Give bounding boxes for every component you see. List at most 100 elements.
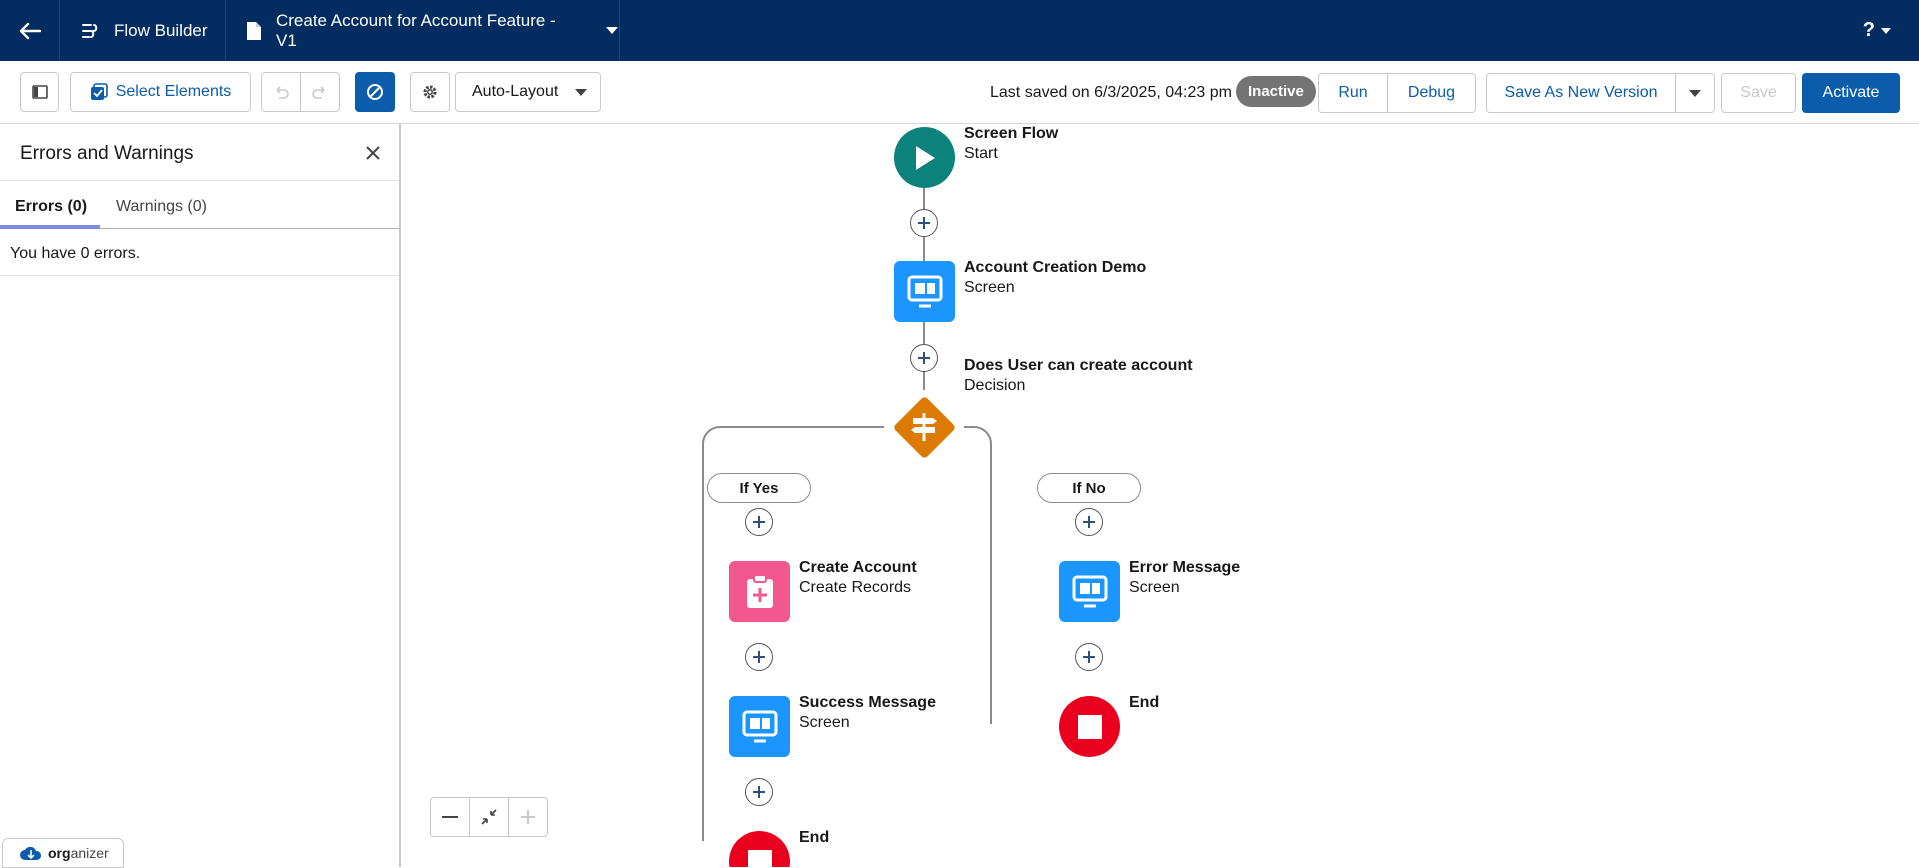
- errors-message: You have 0 errors.: [10, 245, 141, 262]
- help-menu[interactable]: ?: [1863, 0, 1891, 61]
- create-account-title: Create Account: [799, 559, 917, 576]
- end-node[interactable]: [1059, 696, 1120, 757]
- redo-button[interactable]: [300, 72, 340, 112]
- plus-icon: [753, 651, 765, 663]
- select-elements-label: Select Elements: [115, 83, 232, 100]
- plus-icon: [1083, 516, 1095, 528]
- start-node-label: Screen Flow Start: [964, 124, 1058, 164]
- organizer-extension-tab[interactable]: organizer: [2, 838, 124, 868]
- create-account-node[interactable]: [729, 561, 790, 622]
- zoom-out-button[interactable]: [430, 797, 470, 837]
- divider: [0, 275, 399, 276]
- error-message-subtitle: Screen: [1129, 579, 1180, 596]
- error-message-label: Error Message Screen: [1129, 558, 1240, 598]
- toolbar: Select Elements Auto-Layout Last saved o…: [0, 61, 1919, 124]
- create-account-subtitle: Create Records: [799, 579, 912, 596]
- branch-label-yes[interactable]: If Yes: [707, 473, 811, 503]
- error-message-node[interactable]: [1059, 561, 1120, 622]
- save-as-new-version-button[interactable]: Save As New Version: [1486, 73, 1676, 113]
- screen1-subtitle: Screen: [964, 279, 1015, 296]
- connector-lines: [702, 186, 992, 841]
- document-icon: [246, 21, 261, 40]
- active-tab-indicator: [0, 225, 100, 229]
- organizer-label: organizer: [48, 845, 109, 861]
- layout-mode-select[interactable]: Auto-Layout: [455, 72, 601, 112]
- plus-icon: [918, 217, 930, 229]
- save-options-dropdown[interactable]: [1675, 73, 1715, 113]
- toggle-panel-button[interactable]: [20, 72, 59, 112]
- chevron-down-icon: [575, 89, 587, 96]
- add-element-button[interactable]: [745, 778, 773, 806]
- flow-title-menu[interactable]: Create Account for Account Feature - V1: [226, 0, 620, 61]
- play-icon: [915, 145, 935, 170]
- zoom-in-button[interactable]: [508, 797, 548, 837]
- close-icon: [366, 146, 380, 160]
- select-elements-button[interactable]: Select Elements: [70, 72, 251, 112]
- tab-errors[interactable]: Errors (0): [15, 198, 87, 216]
- screen-icon: [742, 710, 777, 742]
- start-subtitle: Start: [964, 145, 998, 162]
- organizer-label-rest: anizer: [70, 845, 109, 861]
- redo-icon: [312, 86, 325, 99]
- start-title: Screen Flow: [964, 125, 1059, 142]
- organizer-label-bold: org: [48, 845, 71, 861]
- top-bar: Flow Builder Create Account for Account …: [0, 0, 1919, 61]
- success-message-subtitle: Screen: [799, 714, 850, 731]
- flow-icon: [82, 23, 98, 38]
- cloud-icon: [20, 846, 42, 860]
- zoom-controls: [430, 797, 548, 837]
- success-message-label: Success Message Screen: [799, 693, 936, 733]
- activate-button[interactable]: Activate: [1802, 73, 1900, 113]
- add-element-button[interactable]: [1075, 643, 1103, 671]
- debug-button[interactable]: Debug: [1387, 73, 1476, 113]
- back-arrow-icon: [19, 22, 41, 39]
- gear-icon: [423, 85, 437, 99]
- back-button[interactable]: [0, 0, 60, 61]
- add-element-button[interactable]: [910, 344, 938, 372]
- divider: [0, 180, 399, 181]
- undo-icon: [276, 86, 289, 99]
- flow-canvas[interactable]: Screen Flow Start Account Creation Demo …: [403, 124, 1919, 867]
- panel-title: Errors and Warnings: [20, 143, 194, 164]
- ban-icon: [367, 84, 383, 100]
- settings-button[interactable]: [410, 72, 450, 112]
- error-toggle-button[interactable]: [355, 72, 395, 112]
- decision-title: Does User can create account: [964, 357, 1193, 374]
- create-record-icon: [746, 573, 773, 608]
- stop-icon: [747, 849, 772, 867]
- undo-button[interactable]: [261, 72, 301, 112]
- screen1-title: Account Creation Demo: [964, 259, 1147, 276]
- end-left-title: End: [799, 829, 830, 846]
- app-name-area: Flow Builder: [60, 0, 226, 61]
- flow-title: Create Account for Account Feature - V1: [275, 10, 556, 50]
- end-right-title: End: [1129, 694, 1160, 711]
- save-button[interactable]: Save: [1721, 73, 1796, 113]
- plus-icon: [918, 352, 930, 364]
- chevron-down-icon: [1689, 89, 1701, 97]
- end-node-label: End: [1129, 693, 1159, 713]
- add-element-button[interactable]: [1075, 508, 1103, 536]
- run-button[interactable]: Run: [1318, 73, 1388, 113]
- account-creation-screen-node[interactable]: [894, 261, 955, 322]
- plus-icon: [521, 810, 535, 824]
- decision-node-label: Does User can create account Decision: [964, 356, 1193, 396]
- add-element-button[interactable]: [745, 508, 773, 536]
- create-account-label: Create Account Create Records: [799, 558, 917, 598]
- branch-label-no[interactable]: If No: [1037, 473, 1141, 503]
- close-panel-button[interactable]: [366, 146, 380, 165]
- chevron-down-icon: [1881, 27, 1891, 34]
- success-message-title: Success Message: [799, 694, 936, 711]
- success-message-node[interactable]: [729, 696, 790, 757]
- tab-warnings[interactable]: Warnings (0): [116, 198, 207, 216]
- app-name: Flow Builder: [114, 20, 208, 40]
- add-element-button[interactable]: [910, 209, 938, 237]
- fit-view-button[interactable]: [469, 797, 509, 837]
- screen-icon: [907, 275, 942, 307]
- select-checkbox-icon: [90, 83, 108, 100]
- signpost-icon: [911, 413, 937, 441]
- end-node-label: End: [799, 828, 829, 848]
- add-element-button[interactable]: [745, 643, 773, 671]
- start-node[interactable]: [894, 127, 955, 188]
- last-saved-text: Last saved on 6/3/2025, 04:23 pm: [990, 83, 1232, 101]
- minus-icon: [442, 816, 458, 818]
